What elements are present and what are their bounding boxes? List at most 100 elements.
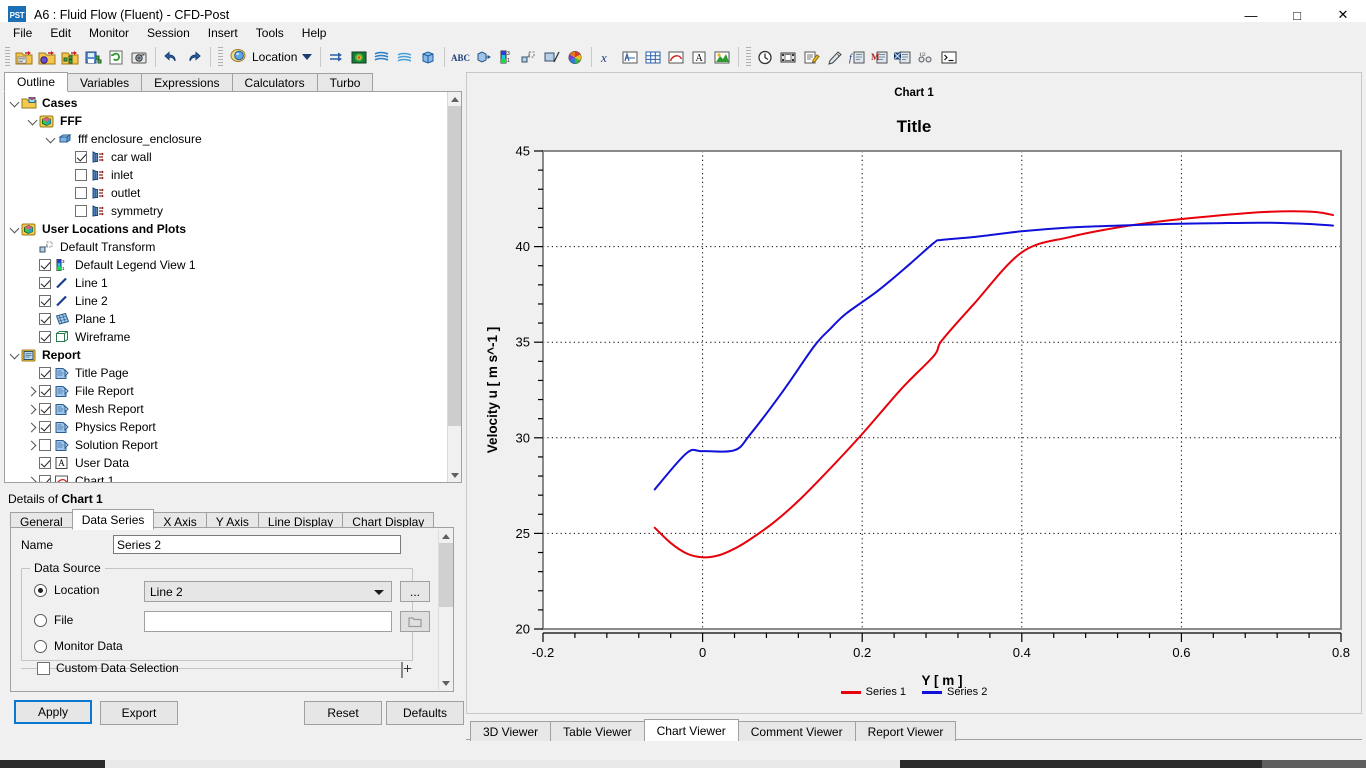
tree-item[interactable]: Cases bbox=[5, 94, 447, 112]
scroll-up-icon[interactable] bbox=[448, 92, 461, 106]
location-combo[interactable]: Line 2 bbox=[144, 581, 392, 602]
location-radio[interactable] bbox=[34, 583, 47, 597]
tree-item-checkbox[interactable] bbox=[39, 475, 51, 482]
tree-item-checkbox[interactable] bbox=[75, 169, 87, 181]
tree-item[interactable]: Default Transform bbox=[5, 238, 447, 256]
tab-table-viewer[interactable]: Table Viewer bbox=[550, 721, 645, 741]
expression-icon[interactable]: x bbox=[596, 46, 619, 69]
file-radio-row[interactable]: File bbox=[34, 613, 126, 627]
tab-data-series[interactable]: Data Series bbox=[71, 509, 155, 530]
tree-item[interactable]: Mesh Report bbox=[5, 400, 447, 418]
chevron-down-icon[interactable] bbox=[25, 112, 39, 130]
monitor-data-radio[interactable] bbox=[34, 639, 47, 653]
tree-item[interactable]: Title Page bbox=[5, 364, 447, 382]
tree-item-checkbox[interactable] bbox=[75, 187, 87, 199]
tab-expressions[interactable]: Expressions bbox=[141, 73, 233, 92]
reset-button[interactable]: Reset bbox=[304, 701, 382, 725]
location-dropdown-button[interactable]: Location bbox=[226, 46, 316, 69]
file-path-input[interactable] bbox=[144, 611, 392, 632]
text-abc-icon[interactable]: ABC bbox=[449, 46, 472, 69]
file-browse-button[interactable] bbox=[400, 611, 430, 632]
tree-item[interactable]: FFF bbox=[5, 112, 447, 130]
probe-icon[interactable] bbox=[823, 46, 846, 69]
toolbar-grip[interactable] bbox=[218, 47, 223, 67]
tree-item[interactable]: A User Data bbox=[5, 454, 447, 472]
chevron-right-icon[interactable] bbox=[25, 382, 39, 400]
defaults-button[interactable]: Defaults bbox=[386, 701, 464, 725]
chevron-right-icon[interactable] bbox=[25, 418, 39, 436]
chevron-down-icon[interactable] bbox=[7, 346, 21, 364]
tree-item[interactable]: User Locations and Plots bbox=[5, 220, 447, 238]
tree-item-checkbox[interactable] bbox=[39, 277, 51, 289]
coordinate-frame-icon[interactable] bbox=[472, 46, 495, 69]
scroll-up-icon[interactable] bbox=[439, 529, 453, 543]
refresh-icon[interactable] bbox=[105, 46, 128, 69]
tree-item[interactable]: symmetry bbox=[5, 202, 447, 220]
apply-button[interactable]: Apply bbox=[14, 700, 92, 724]
tree-item[interactable]: Solution Report bbox=[5, 436, 447, 454]
mesh-calculator-icon[interactable] bbox=[892, 46, 915, 69]
tree-item[interactable]: car wall bbox=[5, 148, 447, 166]
toolbar-grip[interactable] bbox=[5, 47, 10, 67]
tree-item-checkbox[interactable] bbox=[75, 151, 87, 163]
tree-item-checkbox[interactable] bbox=[75, 205, 87, 217]
tree-item-checkbox[interactable] bbox=[39, 421, 51, 433]
contour-icon[interactable] bbox=[348, 46, 371, 69]
animation-icon[interactable] bbox=[777, 46, 800, 69]
tree-item-checkbox[interactable] bbox=[39, 331, 51, 343]
scrollbar-thumb[interactable] bbox=[448, 106, 461, 426]
menu-help[interactable]: Help bbox=[293, 23, 336, 43]
menu-tools[interactable]: Tools bbox=[247, 23, 293, 43]
tab-chart-viewer[interactable]: Chart Viewer bbox=[643, 719, 739, 741]
tree-item-checkbox[interactable] bbox=[39, 295, 51, 307]
variable-icon[interactable] bbox=[619, 46, 642, 69]
series-name-input[interactable] bbox=[113, 535, 401, 554]
chart-icon[interactable] bbox=[665, 46, 688, 69]
tree-item[interactable]: outlet bbox=[5, 184, 447, 202]
tree-item-checkbox[interactable] bbox=[39, 313, 51, 325]
clip-plane-icon[interactable] bbox=[541, 46, 564, 69]
tree-item-checkbox[interactable] bbox=[39, 259, 51, 271]
location-browse-button[interactable]: ... bbox=[400, 581, 430, 602]
details-scrollbar[interactable] bbox=[438, 529, 453, 690]
tree-item[interactable]: Physics Report bbox=[5, 418, 447, 436]
tree-item-checkbox[interactable] bbox=[39, 403, 51, 415]
open-state-icon[interactable] bbox=[59, 46, 82, 69]
instancing-transform-icon[interactable] bbox=[518, 46, 541, 69]
tree-item[interactable]: File Report bbox=[5, 382, 447, 400]
tree-item-checkbox[interactable] bbox=[39, 457, 51, 469]
volume-render-icon[interactable] bbox=[417, 46, 440, 69]
tab-variables[interactable]: Variables bbox=[67, 73, 143, 92]
tree-item[interactable]: inlet bbox=[5, 166, 447, 184]
toolbar-grip[interactable] bbox=[746, 47, 752, 67]
custom-data-checkbox[interactable] bbox=[37, 661, 50, 675]
custom-data-selection-row[interactable]: Custom Data Selection bbox=[37, 661, 179, 675]
tree-item[interactable]: fff enclosure_enclosure bbox=[5, 130, 447, 148]
legend-icon[interactable]: 31 bbox=[495, 46, 518, 69]
tree-item-checkbox[interactable] bbox=[39, 439, 51, 451]
report-edit-icon[interactable] bbox=[800, 46, 823, 69]
custom-data-expand-button[interactable] bbox=[401, 662, 403, 678]
command-editor-icon[interactable] bbox=[938, 46, 961, 69]
table-icon[interactable] bbox=[642, 46, 665, 69]
tree-item[interactable]: Report bbox=[5, 346, 447, 364]
tab-comment-viewer[interactable]: Comment Viewer bbox=[737, 721, 856, 741]
scroll-down-icon[interactable] bbox=[448, 468, 461, 482]
scrollbar-thumb[interactable] bbox=[439, 543, 453, 607]
menu-insert[interactable]: Insert bbox=[199, 23, 247, 43]
chevron-down-icon[interactable] bbox=[43, 130, 57, 148]
tab-outline[interactable]: Outline bbox=[4, 72, 69, 92]
tab-calculators[interactable]: Calculators bbox=[231, 73, 318, 92]
chevron-right-icon[interactable] bbox=[25, 472, 39, 482]
tab-report-viewer[interactable]: Report Viewer bbox=[854, 721, 957, 741]
tree-item[interactable]: Line 2 bbox=[5, 292, 447, 310]
chevron-down-icon[interactable] bbox=[7, 220, 21, 238]
open-case-icon[interactable] bbox=[13, 46, 36, 69]
vector-icon[interactable] bbox=[325, 46, 348, 69]
tree-item[interactable]: Wireframe bbox=[5, 328, 447, 346]
tab-turbo[interactable]: Turbo bbox=[316, 73, 374, 92]
monitor-data-radio-row[interactable]: Monitor Data bbox=[34, 639, 123, 653]
tree-item-checkbox[interactable] bbox=[39, 367, 51, 379]
tree-item-checkbox[interactable] bbox=[39, 385, 51, 397]
color-map-icon[interactable] bbox=[564, 46, 587, 69]
